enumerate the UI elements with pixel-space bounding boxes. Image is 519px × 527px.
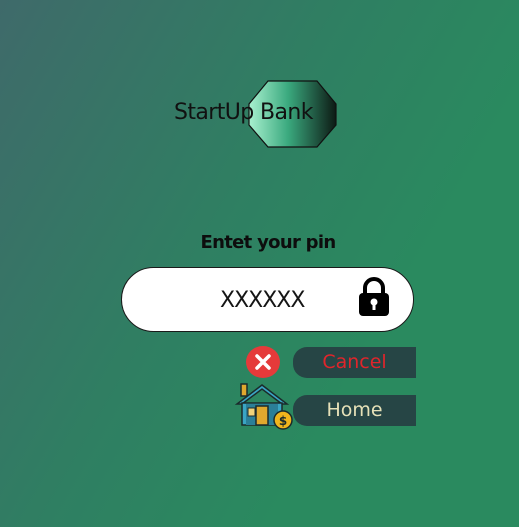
bank-name: StartUp Bank	[174, 100, 313, 125]
cancel-button[interactable]: Cancel	[293, 347, 416, 378]
pin-prompt: Entet your pin	[200, 232, 337, 253]
cancel-x-icon[interactable]	[245, 345, 281, 379]
house-coin-icon[interactable]: $	[234, 382, 296, 430]
lock-icon	[356, 277, 392, 317]
svg-text:$: $	[279, 414, 287, 428]
pin-input[interactable]: XXXXXX	[121, 267, 414, 332]
pin-masked-value: XXXXXX	[220, 288, 305, 313]
home-button[interactable]: Home	[293, 395, 416, 426]
